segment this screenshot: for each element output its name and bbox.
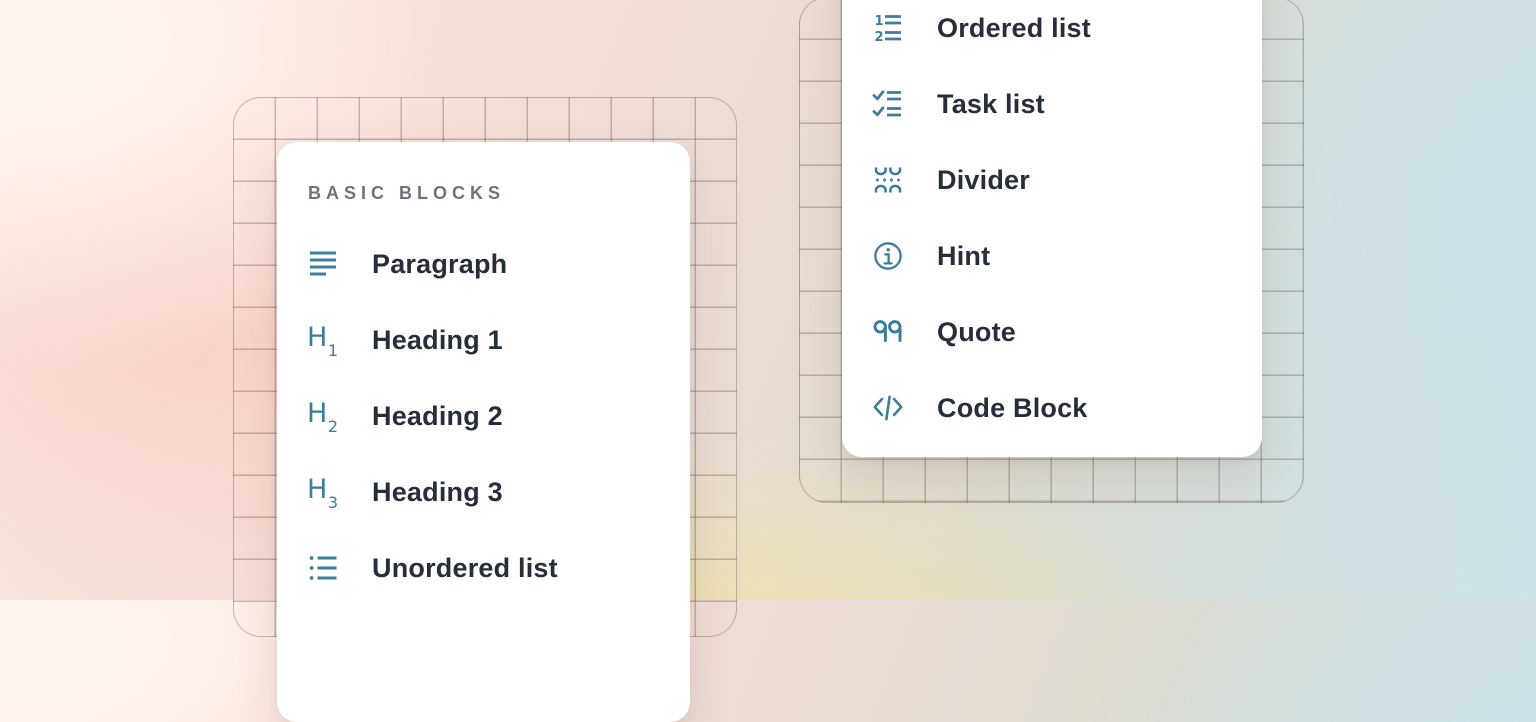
heading-2-icon: H2 xyxy=(307,400,339,432)
menu-item-label: Heading 1 xyxy=(372,325,503,356)
basic-blocks-title: BASIC BLOCKS xyxy=(277,172,690,214)
menu-item-label: Task list xyxy=(937,89,1045,120)
menu-item-task-list[interactable]: Task list xyxy=(842,66,1262,142)
heading-3-icon: H3 xyxy=(307,476,339,508)
menu-item-heading-1[interactable]: H1 Heading 1 xyxy=(277,302,690,378)
menu-item-label: Hint xyxy=(937,241,990,272)
hint-icon xyxy=(872,240,904,272)
menu-item-paragraph[interactable]: Paragraph xyxy=(277,226,690,302)
unordered-list-icon xyxy=(307,552,339,584)
menu-item-label: Heading 2 xyxy=(372,401,503,432)
background-canvas: { "colors": { "icon_teal": "#3B7D9B", "i… xyxy=(0,0,1536,600)
menu-item-label: Paragraph xyxy=(372,249,507,280)
code-block-icon xyxy=(872,392,904,424)
divider-icon xyxy=(872,164,904,196)
menu-item-divider[interactable]: Divider xyxy=(842,142,1262,218)
svg-text:2: 2 xyxy=(875,30,884,44)
ordered-list-icon: 1 2 xyxy=(872,12,904,44)
menu-item-heading-3[interactable]: H3 Heading 3 xyxy=(277,454,690,530)
heading-1-icon: H1 xyxy=(307,324,339,356)
task-list-icon xyxy=(872,88,904,120)
menu-item-label: Code Block xyxy=(937,393,1088,424)
blocks-menu-continued: 1 2 Ordered list Task list xyxy=(842,0,1262,457)
menu-item-ordered-list[interactable]: 1 2 Ordered list xyxy=(842,0,1262,66)
svg-text:1: 1 xyxy=(875,14,884,29)
menu-item-label: Heading 3 xyxy=(372,477,503,508)
menu-item-label: Divider xyxy=(937,165,1030,196)
menu-item-label: Ordered list xyxy=(937,13,1091,44)
menu-item-label: Unordered list xyxy=(372,553,558,584)
menu-item-hint[interactable]: Hint xyxy=(842,218,1262,294)
paragraph-icon xyxy=(307,248,339,280)
basic-blocks-menu: BASIC BLOCKS Paragraph H1 Heading 1 H2 H… xyxy=(277,142,690,722)
menu-item-label: Quote xyxy=(937,317,1016,348)
menu-item-code-block[interactable]: Code Block xyxy=(842,370,1262,446)
quote-icon xyxy=(872,316,904,348)
menu-item-unordered-list[interactable]: Unordered list xyxy=(277,530,690,606)
menu-item-heading-2[interactable]: H2 Heading 2 xyxy=(277,378,690,454)
menu-item-quote[interactable]: Quote xyxy=(842,294,1262,370)
